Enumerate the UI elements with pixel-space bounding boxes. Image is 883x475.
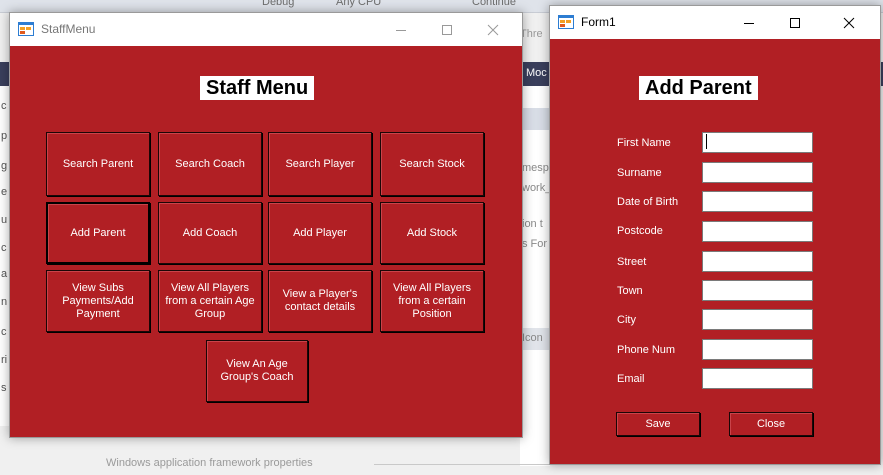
postcode-field[interactable] [702, 221, 813, 242]
maximize-button[interactable] [424, 13, 470, 46]
search-coach-button[interactable]: Search Coach [158, 132, 262, 196]
add-parent-titlebar[interactable]: Form1 [550, 6, 880, 39]
city-label: City [617, 314, 636, 326]
ide-panel-text: ion t [522, 218, 543, 230]
add-player-button[interactable]: Add Player [268, 202, 372, 264]
view-players-by-position-button[interactable]: View All Players from a certain Position [380, 270, 484, 332]
city-field[interactable] [702, 309, 813, 330]
add-stock-button[interactable]: Add Stock [380, 202, 484, 264]
search-player-button[interactable]: Search Player [268, 132, 372, 196]
phone-num-label: Phone Num [617, 344, 676, 356]
ide-panel-text: s For [522, 238, 548, 250]
ide-panel-text: Icon [522, 332, 543, 344]
view-age-group-coach-button[interactable]: View An Age Group's Coach [206, 340, 308, 402]
add-parent-button[interactable]: Add Parent [46, 202, 150, 264]
town-field[interactable] [702, 280, 813, 301]
ide-footer-divider [374, 464, 550, 465]
first-name-field[interactable] [702, 132, 813, 153]
maximize-icon [790, 17, 800, 28]
form-heading: Add Parent [639, 76, 758, 100]
maximize-icon [442, 24, 452, 35]
ide-toolbar-text: Continue [472, 0, 517, 8]
ide-pane-strip: Icon [520, 328, 550, 350]
street-label: Street [617, 256, 647, 268]
ide-left-text: e [1, 186, 8, 198]
ide-left-text: c [1, 100, 7, 112]
search-parent-button[interactable]: Search Parent [46, 132, 150, 196]
ide-left-text: ri [1, 354, 8, 366]
ide-pane-strip [520, 108, 550, 130]
view-players-by-age-group-button[interactable]: View All Players from a certain Age Grou… [158, 270, 262, 332]
ide-left-text: g [1, 160, 8, 172]
view-subs-payments-button[interactable]: View Subs Payments/Add Payment [46, 270, 150, 332]
ide-toolbar-text: Any CPU [336, 0, 382, 8]
window-title: Form1 [581, 15, 616, 29]
ide-properties-pane: mesp work_ ion t s For [520, 86, 552, 466]
ide-left-text: a [1, 268, 8, 280]
ide-left-text: u [1, 214, 8, 226]
winform-app-icon [558, 15, 574, 29]
window-title: StaffMenu [41, 22, 96, 36]
maximize-button[interactable] [772, 6, 818, 39]
email-label: Email [617, 373, 645, 385]
street-field[interactable] [702, 251, 813, 272]
close-icon [843, 17, 855, 28]
postcode-label: Postcode [617, 225, 663, 237]
ide-panel-text: work_ [522, 182, 552, 194]
date-of-birth-field[interactable] [702, 191, 813, 212]
form-heading: Staff Menu [200, 76, 315, 100]
phone-num-field[interactable] [702, 339, 813, 360]
ide-left-text: s [1, 382, 7, 394]
surname-field[interactable] [702, 162, 813, 183]
winform-app-icon [18, 22, 34, 36]
close-form-button[interactable]: Close [729, 412, 813, 436]
ide-left-text: c [1, 242, 7, 254]
close-icon [487, 24, 499, 35]
save-button[interactable]: Save [616, 412, 700, 436]
ide-left-text: p [1, 130, 8, 142]
first-name-label: First Name [617, 137, 671, 149]
ide-toolbar-text: Debug [262, 0, 295, 8]
ide-bar-text: Moc [526, 67, 547, 79]
minimize-icon [396, 29, 406, 31]
view-player-contact-button[interactable]: View a Player's contact details [268, 270, 372, 332]
staff-menu-window: StaffMenu Staff Menu Search Parent Searc… [9, 12, 523, 438]
add-coach-button[interactable]: Add Coach [158, 202, 262, 264]
minimize-icon [744, 22, 754, 24]
date-of-birth-label: Date of Birth [617, 196, 679, 208]
text-caret [706, 134, 707, 149]
close-button[interactable] [470, 13, 516, 46]
minimize-button[interactable] [378, 13, 424, 46]
staff-menu-client: Staff Menu Search Parent Search Coach Se… [10, 46, 522, 437]
surname-label: Surname [617, 167, 662, 179]
staff-menu-titlebar[interactable]: StaffMenu [10, 13, 522, 46]
minimize-button[interactable] [726, 6, 772, 39]
email-field[interactable] [702, 368, 813, 389]
ide-tab-text: Thre [520, 28, 543, 40]
ide-footer-text: Windows application framework properties [106, 457, 313, 469]
ide-panel-text: mesp [522, 162, 549, 174]
town-label: Town [617, 285, 643, 297]
ide-left-text: c [1, 326, 7, 338]
close-button[interactable] [826, 6, 872, 39]
ide-left-text: n [1, 296, 8, 308]
search-stock-button[interactable]: Search Stock [380, 132, 484, 196]
